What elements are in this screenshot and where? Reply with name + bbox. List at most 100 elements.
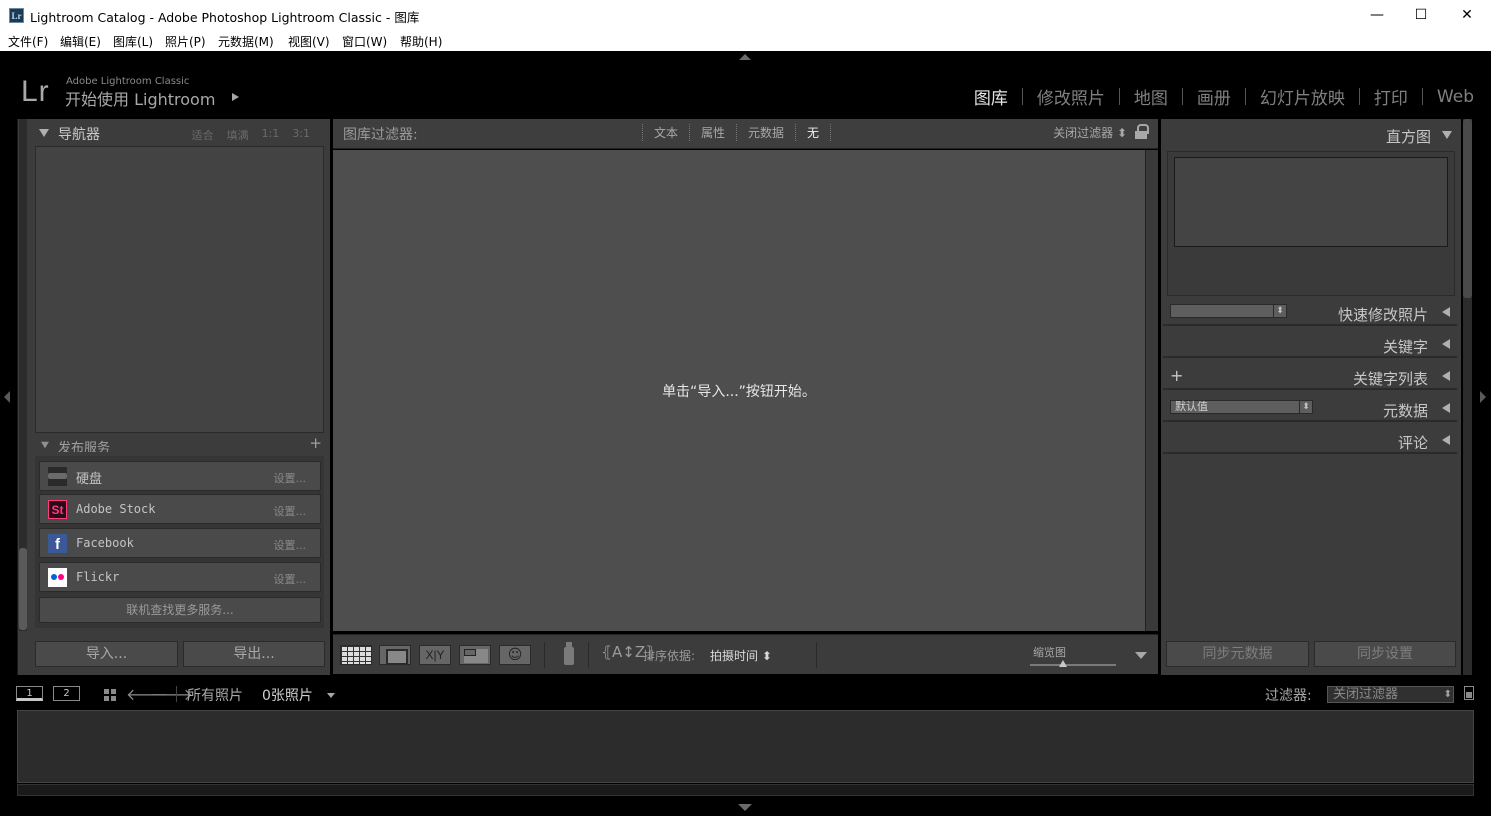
- navigator-zoom-options: 适合 填满 1:1 3:1: [192, 127, 310, 143]
- chevron-down-icon[interactable]: [327, 693, 335, 698]
- service-setup-link[interactable]: 设置...: [274, 571, 307, 587]
- right-panel-scrollbar-thumb[interactable]: [1463, 119, 1472, 298]
- lock-icon[interactable]: [1135, 124, 1149, 140]
- grid-scrollbar[interactable]: [1145, 150, 1158, 631]
- keywording-header[interactable]: 关键字: [1163, 330, 1457, 358]
- publish-services-title: 发布服务: [58, 441, 111, 452]
- painter-spray-icon[interactable]: [562, 642, 574, 666]
- filmstrip-photo-count[interactable]: 0张照片: [262, 685, 313, 705]
- comments-header[interactable]: 评论: [1163, 426, 1457, 454]
- sync-settings-button[interactable]: 同步设置: [1314, 641, 1456, 667]
- expand-triangle-icon[interactable]: [1442, 435, 1450, 445]
- menu-photo[interactable]: 照片(P): [165, 33, 206, 50]
- service-label: 硬盘: [76, 472, 103, 487]
- export-button[interactable]: 导出...: [183, 641, 325, 667]
- module-book[interactable]: 画册: [1183, 84, 1245, 109]
- metadata-preset-select[interactable]: 默认值: [1170, 400, 1313, 414]
- find-more-services-button[interactable]: 联机查找更多服务...: [39, 597, 321, 623]
- thumbnail-slider-knob[interactable]: [1059, 660, 1067, 667]
- import-button[interactable]: 导入...: [35, 641, 178, 667]
- menu-file[interactable]: 文件(F): [8, 33, 48, 50]
- filmstrip-filter-select[interactable]: 关闭过滤器: [1327, 686, 1454, 703]
- filter-lock-icon[interactable]: [1464, 686, 1474, 700]
- filter-tab-attribute[interactable]: 属性: [689, 124, 736, 141]
- publish-services-header[interactable]: 发布服务 +: [30, 434, 326, 452]
- play-arrow-icon[interactable]: [232, 93, 239, 101]
- zoom-fit[interactable]: 适合: [192, 127, 214, 143]
- people-view-icon[interactable]: ☺: [499, 645, 531, 665]
- navigator-header[interactable]: 导航器 适合 填满 1:1 3:1: [30, 123, 326, 143]
- loupe-view-icon[interactable]: [379, 645, 411, 665]
- main-monitor-button[interactable]: 1: [16, 686, 43, 701]
- filmstrip-filter-label: 过滤器:: [1265, 688, 1312, 704]
- compare-view-icon[interactable]: X|Y: [419, 645, 451, 665]
- filter-tab-metadata[interactable]: 元数据: [736, 124, 795, 141]
- navigator-preview[interactable]: [35, 146, 324, 433]
- metadata-header[interactable]: 默认值 元数据: [1163, 394, 1457, 422]
- identity-plate-main[interactable]: 开始使用 Lightroom: [65, 86, 215, 110]
- histogram-header[interactable]: 直方图: [1163, 120, 1457, 148]
- metadata-title: 元数据: [1382, 402, 1428, 420]
- expand-triangle-icon[interactable]: [1442, 403, 1450, 413]
- grid-icon[interactable]: [102, 687, 116, 701]
- menu-metadata[interactable]: 元数据(M): [218, 33, 274, 50]
- top-panel-toggle-icon[interactable]: [739, 54, 751, 60]
- filter-tab-none[interactable]: 无: [795, 124, 832, 141]
- left-panel-scrollbar-thumb[interactable]: [19, 548, 27, 630]
- expand-triangle-icon[interactable]: [1442, 339, 1450, 349]
- module-print[interactable]: 打印: [1360, 84, 1422, 109]
- grid-view[interactable]: 单击“导入...”按钮开始。: [333, 150, 1145, 631]
- add-keyword-icon[interactable]: +: [1170, 366, 1183, 385]
- collapse-triangle-icon[interactable]: [1442, 131, 1452, 139]
- filmstrip[interactable]: [17, 710, 1474, 783]
- module-develop[interactable]: 修改照片: [1023, 84, 1119, 109]
- publish-service-adobe-stock[interactable]: St Adobe Stock 设置...: [39, 494, 321, 524]
- filter-preset-select[interactable]: 关闭过滤器 ⬍: [1053, 124, 1127, 141]
- publish-service-hard-drive[interactable]: 硬盘 设置...: [39, 461, 321, 491]
- sort-select[interactable]: 拍摄时间 ⬍: [710, 647, 772, 664]
- module-map[interactable]: 地图: [1120, 84, 1182, 109]
- menu-window[interactable]: 窗口(W): [342, 33, 387, 50]
- zoom-1-1[interactable]: 1:1: [262, 127, 280, 143]
- grid-view-icon[interactable]: [340, 645, 372, 665]
- histogram-display: [1174, 157, 1448, 247]
- module-library[interactable]: 图库: [960, 84, 1022, 109]
- menu-edit[interactable]: 编辑(E): [60, 33, 101, 50]
- sync-metadata-button[interactable]: 同步元数据: [1166, 641, 1309, 667]
- left-panel-toggle-icon[interactable]: [4, 391, 10, 403]
- zoom-fill[interactable]: 填满: [227, 127, 249, 143]
- collapse-triangle-icon[interactable]: [39, 129, 49, 137]
- service-setup-link[interactable]: 设置...: [274, 470, 307, 486]
- module-slideshow[interactable]: 幻灯片放映: [1246, 84, 1359, 109]
- filmstrip-scrollbar[interactable]: [17, 784, 1474, 796]
- minimize-button[interactable]: —: [1354, 0, 1400, 31]
- quick-develop-preset-select[interactable]: [1170, 304, 1287, 318]
- maximize-button[interactable]: ☐: [1398, 0, 1444, 31]
- zoom-3-1[interactable]: 3:1: [292, 127, 310, 143]
- publish-service-facebook[interactable]: f Facebook 设置...: [39, 528, 321, 558]
- close-button[interactable]: ✕: [1444, 0, 1490, 31]
- menu-help[interactable]: 帮助(H): [400, 33, 442, 50]
- filter-tab-text[interactable]: 文本: [642, 124, 689, 141]
- bottom-panel-toggle-icon[interactable]: [738, 804, 752, 811]
- menu-view[interactable]: 视图(V): [288, 33, 330, 50]
- service-setup-link[interactable]: 设置...: [274, 503, 307, 519]
- quick-develop-header[interactable]: 快速修改照片: [1163, 298, 1457, 326]
- right-panel-toggle-icon[interactable]: [1480, 391, 1486, 403]
- module-web[interactable]: Web: [1423, 87, 1474, 107]
- publish-service-flickr[interactable]: Flickr 设置...: [39, 562, 321, 592]
- filmstrip-source[interactable]: 所有照片: [187, 685, 243, 705]
- expand-triangle-icon[interactable]: [1442, 371, 1450, 381]
- toolbar-menu-chevron-down-icon[interactable]: [1135, 652, 1147, 659]
- add-publish-service-icon[interactable]: +: [309, 434, 322, 452]
- collapse-triangle-icon[interactable]: [41, 441, 49, 449]
- survey-view-icon[interactable]: [459, 645, 491, 665]
- flickr-icon: [48, 568, 67, 587]
- expand-triangle-icon[interactable]: [1442, 307, 1450, 317]
- menu-library[interactable]: 图库(L): [113, 33, 153, 50]
- keyword-list-header[interactable]: 关键字列表: [1163, 362, 1457, 390]
- thumbnail-size-slider[interactable]: [1030, 664, 1116, 666]
- secondary-monitor-button[interactable]: 2: [53, 686, 80, 701]
- service-setup-link[interactable]: 设置...: [274, 537, 307, 553]
- facebook-icon: f: [48, 534, 67, 553]
